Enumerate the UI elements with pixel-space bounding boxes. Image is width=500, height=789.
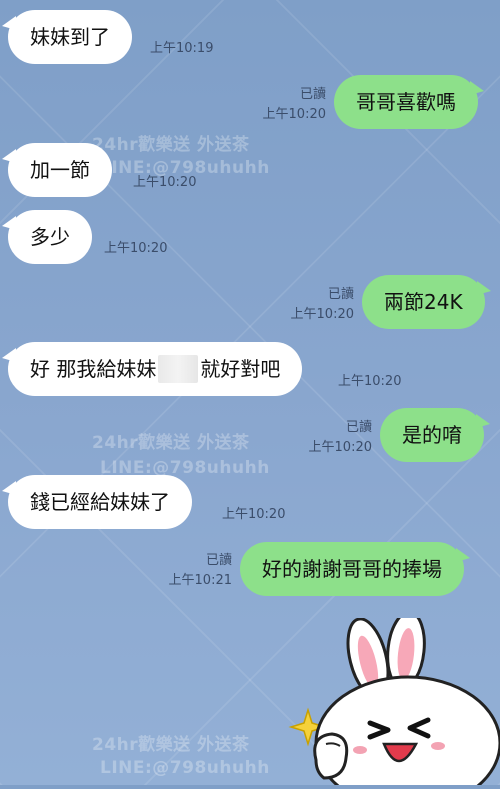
read-receipt: 已讀: [345, 420, 372, 435]
message-bubble-incoming[interactable]: 好 那我給妹妹 就好對吧: [1, 342, 303, 396]
message-time: 上午10:20: [222, 507, 286, 522]
watermark-text: 24hr歡樂送 外送茶: [92, 433, 250, 453]
read-receipt: 已讀: [205, 553, 232, 568]
message-bubble-outgoing[interactable]: 哥哥喜歡嗎: [334, 75, 484, 129]
message-text-after: 就好對吧: [200, 357, 281, 381]
rabbit-sticker-icon[interactable]: [288, 610, 500, 789]
message-time: 上午10:20: [262, 107, 326, 122]
read-receipt: 已讀: [299, 87, 326, 102]
message-time: 上午10:20: [104, 241, 168, 256]
message-time: 上午10:21: [168, 573, 232, 588]
blurred-redaction: [158, 354, 199, 383]
message-bubble-incoming[interactable]: 錢已經給妹妹了: [2, 475, 192, 529]
message-bubble-outgoing[interactable]: 好的謝謝哥哥的捧場: [240, 542, 470, 596]
message-time: 上午10:20: [338, 374, 402, 389]
message-bubble-outgoing[interactable]: 兩節24K: [362, 275, 491, 329]
message-text-before: 好 那我給妹妹: [30, 357, 157, 381]
watermark-text: 24hr歡樂送 外送茶: [92, 735, 250, 755]
message-bubble-incoming[interactable]: 妹妹到了: [2, 10, 132, 64]
read-receipt: 已讀: [327, 287, 354, 302]
message-time: 上午10:20: [290, 307, 354, 322]
watermark-line-id: LINE:@798uhuhh: [100, 758, 270, 778]
message-bubble-incoming[interactable]: 加一節: [2, 143, 112, 197]
message-bubble-incoming[interactable]: 多少: [2, 210, 92, 264]
message-time: 上午10:20: [133, 175, 197, 190]
message-time: 上午10:20: [308, 440, 372, 455]
watermark-text: 24hr歡樂送 外送茶: [92, 135, 250, 155]
message-time: 上午10:19: [150, 41, 214, 56]
message-bubble-outgoing[interactable]: 是的唷: [380, 408, 490, 462]
